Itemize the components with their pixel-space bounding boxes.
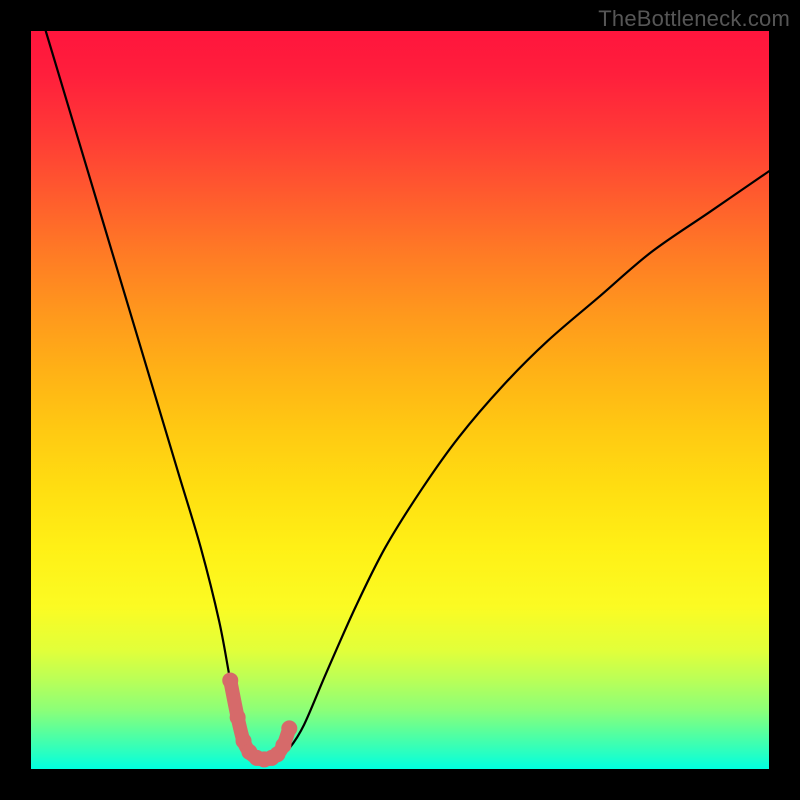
plot-area [31,31,769,769]
curve-dot [275,737,291,753]
curve-dot [230,709,246,725]
watermark-text: TheBottleneck.com [598,6,790,32]
curve-dot [281,720,297,736]
curve-dots [222,672,297,767]
chart-stage: TheBottleneck.com [0,0,800,800]
bottleneck-curve [46,31,769,759]
curve-layer [31,31,769,769]
curve-dot [222,672,238,688]
